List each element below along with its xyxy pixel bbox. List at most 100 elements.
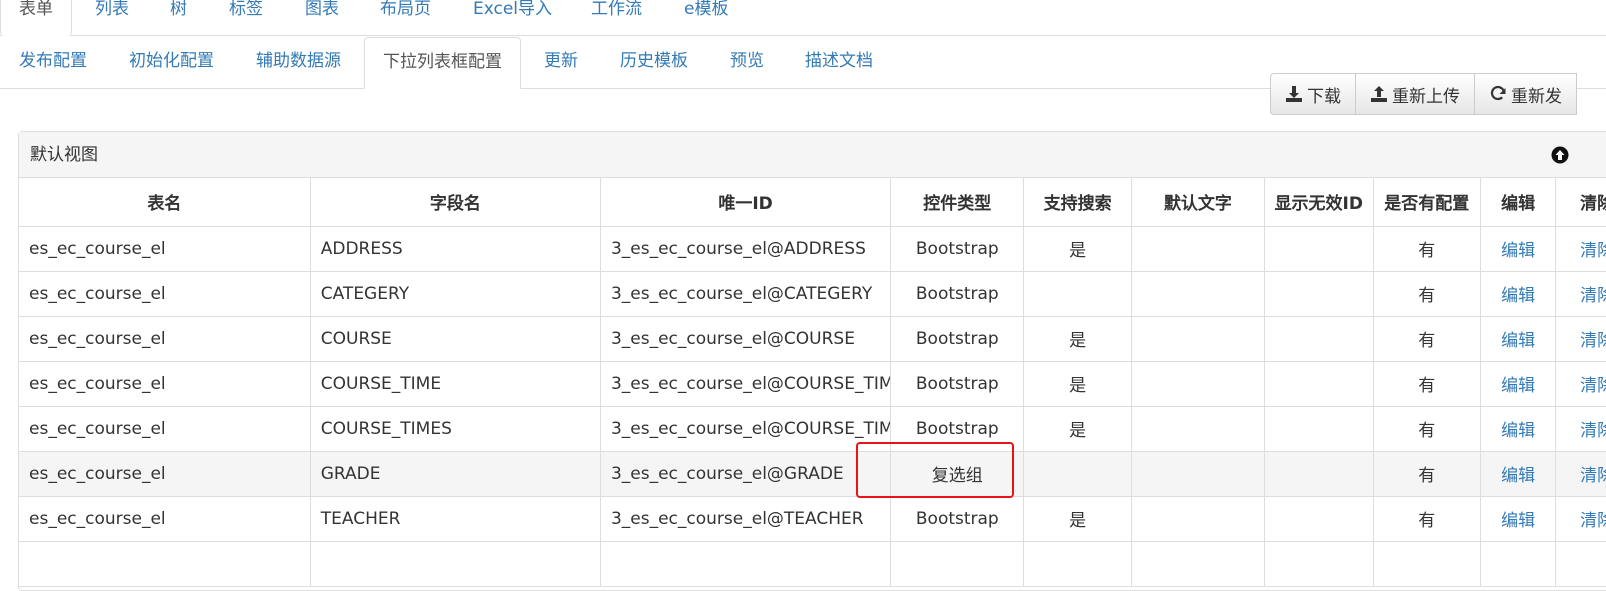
dropdown-config-table: 表名 字段名 唯一ID 控件类型 支持搜索 默认文字 显示无效ID 是否有配置 … (19, 178, 1606, 587)
cell-field-name: CATEGERY (309, 270, 601, 317)
cell-control-type: Bootstrap (890, 270, 1025, 317)
tab-history-template[interactable]: 历史模板 (620, 50, 688, 72)
cell-search (1023, 270, 1132, 317)
cell-invalid-id (1264, 315, 1374, 362)
cell-invalid-id (1264, 405, 1374, 452)
cell-has-config: 有 (1372, 360, 1481, 407)
tab-list[interactable]: 列表 (95, 0, 129, 36)
cell-invalid-id (1264, 270, 1374, 317)
cell-default-text (1130, 225, 1266, 272)
cell-unique-id: 3_es_ec_course_el@ADDRESS (599, 225, 892, 272)
cell-field-name: GRADE (309, 450, 601, 497)
tab-workflow[interactable]: 工作流 (591, 0, 642, 36)
top-tab-bar: 表单 列表 树 标签 图表 布局页 Excel导入 工作流 e模板 (0, 0, 1606, 36)
cell-table-name: es_ec_course_el (19, 225, 311, 272)
default-view-panel: 默认视图 表名 字段名 唯一ID 控件类型 支持搜索 默认文字 显示无效ID 是… (18, 131, 1606, 591)
edit-link[interactable]: 编辑 (1479, 225, 1557, 272)
table-row: es_ec_course_el ADDRESS 3_es_ec_course_e… (19, 225, 1606, 272)
edit-link[interactable]: 编辑 (1479, 270, 1557, 317)
tab-chart[interactable]: 图表 (305, 0, 339, 36)
cell-search: 是 (1023, 405, 1132, 452)
tab-aux-datasource[interactable]: 辅助数据源 (256, 50, 341, 72)
cell-has-config: 有 (1372, 315, 1481, 362)
cell-has-config: 有 (1372, 450, 1481, 497)
table-row-hovered: es_ec_course_el GRADE 3_es_ec_course_el@… (19, 450, 1606, 497)
cell-search (1023, 450, 1132, 497)
cell-default-text (1130, 315, 1266, 362)
cell-search: 是 (1023, 495, 1132, 542)
cell-unique-id: 3_es_ec_course_el@GRADE (599, 450, 892, 497)
cell-has-config: 有 (1372, 495, 1481, 542)
cell-default-text (1130, 270, 1266, 317)
republish-label: 重新发 (1511, 86, 1562, 107)
col-header-invalid-id: 显示无效ID (1264, 178, 1374, 227)
table-row: es_ec_course_el COURSE_TIMES 3_es_ec_cou… (19, 405, 1606, 452)
cell-control-type: Bootstrap (890, 225, 1025, 272)
cell-table-name: es_ec_course_el (19, 495, 311, 542)
edit-link[interactable]: 编辑 (1479, 450, 1557, 497)
clear-link[interactable]: 清除 (1555, 315, 1606, 362)
cell-invalid-id (1264, 360, 1374, 407)
cell-control-type: 复选组 (890, 450, 1025, 497)
sub-tab-bar: 发布配置 初始化配置 辅助数据源 下拉列表框配置 更新 历史模板 预览 描述文档… (0, 36, 1606, 115)
tab-publish-config[interactable]: 发布配置 (19, 50, 87, 72)
cell-search: 是 (1023, 225, 1132, 272)
reupload-button[interactable]: 重新上传 (1355, 73, 1475, 115)
cell-table-name: es_ec_course_el (19, 405, 311, 452)
clear-link[interactable]: 清除 (1555, 495, 1606, 542)
cell-unique-id: 3_es_ec_course_el@COURSE_TIMES (599, 405, 892, 452)
tab-init-config[interactable]: 初始化配置 (129, 50, 214, 72)
cell-control-type: Bootstrap (890, 495, 1025, 542)
col-header-table-name: 表名 (19, 178, 311, 227)
col-header-unique-id: 唯一ID (599, 178, 892, 227)
col-header-search: 支持搜索 (1023, 178, 1132, 227)
cell-table-name: es_ec_course_el (19, 450, 311, 497)
cell-field-name: ADDRESS (309, 225, 601, 272)
cell-default-text (1130, 405, 1266, 452)
col-header-edit: 编辑 (1479, 178, 1557, 227)
tab-dropdown-config[interactable]: 下拉列表框配置 (364, 37, 521, 89)
download-button[interactable]: 下载 (1270, 73, 1356, 115)
tab-form[interactable]: 表单 (0, 0, 72, 36)
cell-field-name: COURSE_TIMES (309, 405, 601, 452)
cell-unique-id: 3_es_ec_course_el@TEACHER (599, 495, 892, 542)
cell-unique-id: 3_es_ec_course_el@COURSE_TIME (599, 360, 892, 407)
tab-e-template[interactable]: e模板 (684, 0, 728, 36)
cell-unique-id: 3_es_ec_course_el@COURSE (599, 315, 892, 362)
cell-invalid-id (1264, 225, 1374, 272)
tab-layout-page[interactable]: 布局页 (380, 0, 431, 36)
republish-button[interactable]: 重新发 (1474, 73, 1577, 115)
cell-table-name: es_ec_course_el (19, 315, 311, 362)
clear-link[interactable]: 清除 (1555, 225, 1606, 272)
tab-excel-import[interactable]: Excel导入 (473, 0, 552, 36)
col-header-control-type: 控件类型 (890, 178, 1025, 227)
cell-has-config: 有 (1372, 225, 1481, 272)
collapse-up-icon[interactable] (1551, 146, 1569, 164)
tab-update[interactable]: 更新 (544, 50, 578, 72)
action-button-group: 下载 重新上传 重新发 (1270, 73, 1577, 115)
cell-field-name: COURSE (309, 315, 601, 362)
edit-link[interactable]: 编辑 (1479, 495, 1557, 542)
clear-link[interactable]: 清除 (1555, 270, 1606, 317)
download-label: 下载 (1307, 86, 1341, 107)
tab-tags[interactable]: 标签 (229, 0, 263, 36)
reupload-label: 重新上传 (1392, 86, 1460, 107)
cell-default-text (1130, 495, 1266, 542)
col-header-default-text: 默认文字 (1130, 178, 1266, 227)
edit-link[interactable]: 编辑 (1479, 360, 1557, 407)
cell-field-name: TEACHER (309, 495, 601, 542)
tab-preview[interactable]: 预览 (730, 50, 764, 72)
cell-control-type: Bootstrap (890, 360, 1025, 407)
edit-link[interactable]: 编辑 (1479, 405, 1557, 452)
tab-tree[interactable]: 树 (170, 0, 187, 36)
cell-unique-id: 3_es_ec_course_el@CATEGERY (599, 270, 892, 317)
clear-link[interactable]: 清除 (1555, 405, 1606, 452)
edit-link[interactable]: 编辑 (1479, 315, 1557, 362)
clear-link[interactable]: 清除 (1555, 450, 1606, 497)
tab-description-doc[interactable]: 描述文档 (805, 50, 873, 72)
clear-link[interactable]: 清除 (1555, 360, 1606, 407)
col-header-clear: 清除 (1555, 178, 1606, 227)
table-row: es_ec_course_el COURSE 3_es_ec_course_el… (19, 315, 1606, 362)
table-row-partial (19, 540, 1606, 587)
cell-control-type: Bootstrap (890, 315, 1025, 362)
